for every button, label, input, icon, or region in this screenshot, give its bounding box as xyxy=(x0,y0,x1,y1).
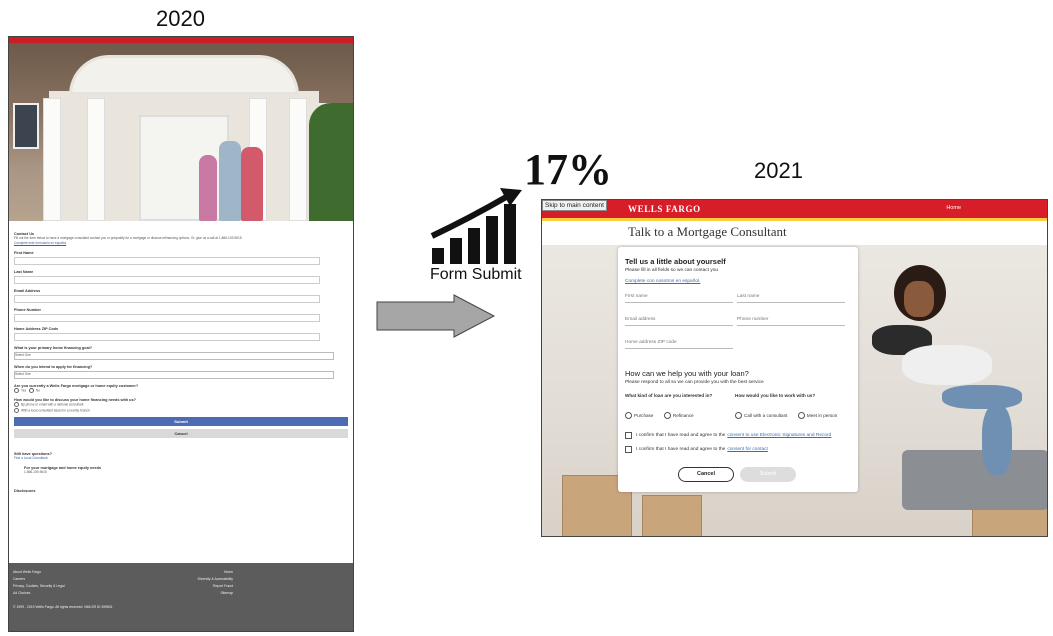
old-discuss-radio-2[interactable] xyxy=(14,407,19,413)
help-heading: How can we help you with your loan? xyxy=(625,369,749,378)
phone-input[interactable]: Phone number xyxy=(737,317,845,326)
card-heading: Tell us a little about yourself xyxy=(625,257,726,266)
consent-esign-checkbox[interactable] xyxy=(625,432,632,439)
old-footer-link[interactable]: Home xyxy=(224,570,233,574)
old-footer-link[interactable]: Sitemap xyxy=(221,591,233,595)
old-contact-form: Contact Us Fill out the form below to ha… xyxy=(9,221,353,493)
consent-esign-link[interactable]: consent to use Electronic Signatures and… xyxy=(727,433,831,438)
old-footer-link[interactable]: Privacy, Cookies, Security & Legal xyxy=(13,584,65,588)
meet-option[interactable]: Meet in person xyxy=(797,412,838,419)
old-goal-select[interactable]: Select One xyxy=(14,352,334,360)
loan-question: What kind of loan are you interested in? xyxy=(625,393,713,398)
old-phone-input[interactable] xyxy=(14,314,320,322)
old-footer-link[interactable]: Report Fraud xyxy=(213,584,233,588)
contact-fields: First name Last name Email address Phone… xyxy=(625,294,851,349)
last-name-input[interactable]: Last name xyxy=(737,294,845,303)
year-2020-label: 2020 xyxy=(156,6,205,31)
old-discuss-option-2[interactable]: With a local consultant based in a nearb… xyxy=(14,407,348,413)
old-form-page: Contact Us Fill out the form below to ha… xyxy=(8,36,354,632)
old-timing-label: When do you intend to apply for financin… xyxy=(14,365,93,369)
consent-contact-link[interactable]: consent for contact xyxy=(727,447,768,452)
old-timing-select-value: Select One xyxy=(15,372,31,376)
call-option[interactable]: Call with a consultant xyxy=(735,412,787,419)
question-grid: What kind of loan are you interested in?… xyxy=(625,393,851,424)
old-footer-link[interactable]: About Wells Fargo xyxy=(13,570,41,574)
consent-contact-row: I confirm that I have read and agree to … xyxy=(625,446,851,453)
consent-contact-checkbox[interactable] xyxy=(625,446,632,453)
refinance-radio[interactable] xyxy=(663,412,671,419)
old-find-consultant-link[interactable]: Find a Local Consultant xyxy=(14,456,348,461)
old-footer-link[interactable]: Ad Choices xyxy=(13,591,30,595)
old-no-label: No xyxy=(35,388,40,393)
old-spanish-link[interactable]: Complete este formulario en español xyxy=(14,241,348,246)
old-first-name-input[interactable] xyxy=(14,257,320,265)
old-goal-label: What is your primary home financing goal… xyxy=(14,346,93,350)
form-buttons: Cancel Submit xyxy=(678,467,796,482)
old-call-phone[interactable]: 1-866-109-9615 xyxy=(24,470,348,475)
submit-button[interactable]: Submit xyxy=(740,467,796,482)
old-email-label: Email Address xyxy=(14,289,41,293)
consent-esign-text: I confirm that I have read and agree to … xyxy=(636,433,726,438)
old-timing-select[interactable]: Select One xyxy=(14,371,334,379)
old-customer-options: Yes No xyxy=(14,388,348,393)
old-discuss-text-1: By phone or email with a national consul… xyxy=(21,402,84,407)
growth-chart-icon xyxy=(430,188,522,264)
purchase-radio[interactable] xyxy=(625,412,632,419)
meet-label: Meet in person xyxy=(806,413,838,418)
spanish-link[interactable]: Complete con nosotros en español. xyxy=(625,279,851,284)
old-footer: About Wells Fargo Home Careers Diversity &… xyxy=(9,563,353,631)
form-submit-label: Form Submit xyxy=(430,266,522,283)
old-footer-link[interactable]: Diversity & Accessibility xyxy=(198,577,233,581)
work-options: Call with a consultant Meet in person xyxy=(735,406,853,424)
old-footer-link[interactable]: Careers xyxy=(13,577,25,581)
call-label: Call with a consultant xyxy=(744,413,788,418)
page-title: Talk to a Mortgage Consultant xyxy=(628,224,787,239)
old-goal-select-value: Select One xyxy=(15,353,31,357)
old-disclosures-heading[interactable]: Disclosures xyxy=(14,489,348,493)
email-input[interactable]: Email address xyxy=(625,317,733,326)
conversion-lift-percent: 17% xyxy=(524,145,612,194)
old-submit-button[interactable]: Submit xyxy=(14,417,348,427)
title-bar: Talk to a Mortgage Consultant xyxy=(542,221,1047,245)
nav-home-link[interactable]: Home xyxy=(946,205,961,211)
refinance-option[interactable]: Refinance xyxy=(663,412,694,419)
call-radio[interactable] xyxy=(735,412,742,419)
wells-fargo-logo[interactable]: WELLS FARGO xyxy=(628,204,701,214)
old-cancel-button[interactable]: Cancel xyxy=(14,429,348,439)
old-email-input[interactable] xyxy=(14,295,320,303)
purchase-label: Purchase xyxy=(634,413,654,418)
old-yes-radio[interactable] xyxy=(14,388,19,393)
old-yes-label: Yes xyxy=(21,388,27,393)
old-last-name-label: Last Name xyxy=(14,270,34,274)
old-no-radio[interactable] xyxy=(28,388,34,393)
old-first-name-label: First Name xyxy=(14,251,34,255)
old-phone-label: Phone Number xyxy=(14,308,42,312)
year-2021-label: 2021 xyxy=(754,158,803,183)
first-name-input[interactable]: First name xyxy=(625,294,733,303)
loan-options: Purchase Refinance xyxy=(625,406,735,424)
card-subheading: Please fill in all fields so we can cont… xyxy=(625,268,719,273)
consent-contact-text: I confirm that I have read and agree to … xyxy=(636,447,726,452)
work-question: How would you like to work with us? xyxy=(735,393,816,398)
refinance-label: Refinance xyxy=(672,413,694,418)
right-arrow-icon xyxy=(376,294,496,338)
cancel-button[interactable]: Cancel xyxy=(678,467,734,482)
old-discuss-text-2: With a local consultant based in a nearb… xyxy=(21,408,90,413)
old-discuss-radio-1[interactable] xyxy=(14,402,19,408)
purchase-option[interactable]: Purchase xyxy=(625,412,653,419)
meet-radio[interactable] xyxy=(797,412,805,419)
zip-input[interactable]: Home address ZIP code xyxy=(625,340,733,349)
help-subheading: Please respond to all so we can provide … xyxy=(625,380,764,385)
new-form-page: Skip to main content WELLS FARGO Home Ta… xyxy=(541,199,1048,537)
contact-form-card: Tell us a little about yourself Please f… xyxy=(618,247,858,492)
old-zip-input[interactable] xyxy=(14,333,320,341)
old-zip-label: Home Address ZIP Code xyxy=(14,327,59,331)
skip-to-main-link[interactable]: Skip to main content xyxy=(542,200,607,211)
consent-esign-row: I confirm that I have read and agree to … xyxy=(625,432,851,439)
old-last-name-input[interactable] xyxy=(14,276,320,284)
old-copyright: © 1999 - 2019 Wells Fargo. All rights re… xyxy=(13,605,113,609)
family-house-photo xyxy=(9,43,353,221)
new-top-bar: Skip to main content WELLS FARGO Home xyxy=(542,200,1047,218)
